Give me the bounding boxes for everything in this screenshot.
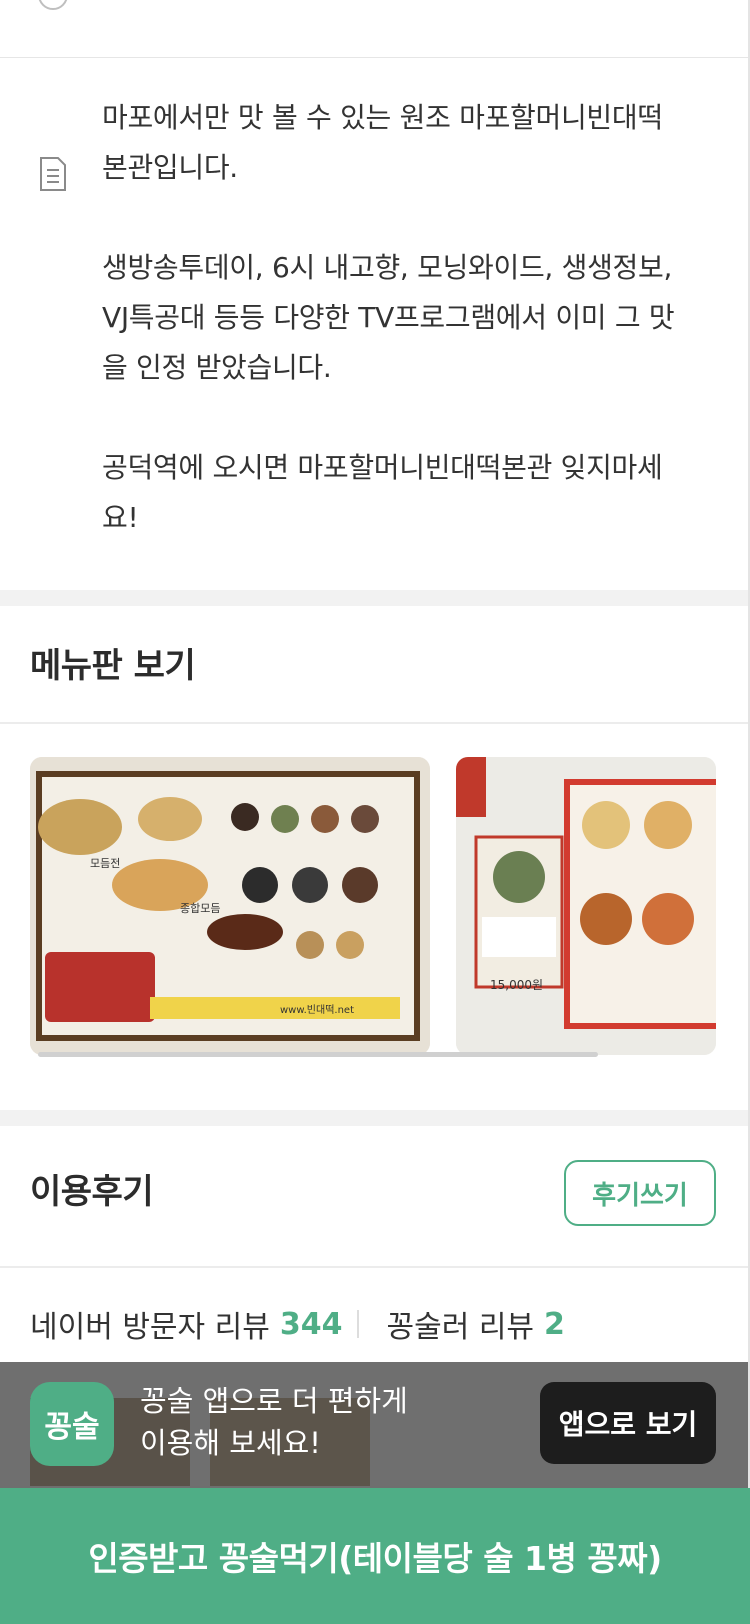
divider (0, 1266, 750, 1268)
previous-info-row (0, 0, 750, 58)
verify-drink-button[interactable]: 인증받고 꽁술먹기(테이블당 술 1병 꽁짜) (0, 1488, 750, 1624)
naver-review-label[interactable]: 네이버 방문자 리뷰 (30, 1302, 270, 1346)
promo-message: 꽁술 앱으로 더 편하게 이용해 보세요! (140, 1384, 408, 1460)
menu-image-carousel[interactable]: 모듬전 종합모듬 www.빈대떡.net 15,000원 (30, 757, 716, 1057)
open-app-button[interactable]: 앱으로 보기 (540, 1382, 716, 1464)
svg-text:15,000원: 15,000원 (490, 978, 543, 992)
svg-text:모듬전: 모듬전 (90, 857, 120, 870)
naver-review-count[interactable]: 344 (280, 1307, 343, 1342)
description-text: 마포에서만 맛 볼 수 있는 원조 마포할머니빈대떡 본관입니다. 생방송투데이… (102, 101, 675, 534)
app-promo-banner: 꽁술 꽁술 앱으로 더 편하게 이용해 보세요! 앱으로 보기 (0, 1362, 750, 1488)
description-section: 마포에서만 맛 볼 수 있는 원조 마포할머니빈대떡 본관입니다. 생방송투데이… (0, 58, 750, 590)
divider (356, 1310, 359, 1338)
document-icon (38, 156, 68, 192)
divider (0, 722, 750, 724)
app-logo: 꽁술 (30, 1382, 114, 1466)
section-gap (0, 590, 750, 606)
carousel-scrollbar[interactable] (38, 1052, 598, 1057)
review-section-title: 이용후기 (30, 1172, 154, 1212)
menu-board-image[interactable]: 15,000원 (456, 757, 716, 1055)
restaurant-detail-page: 마포에서만 맛 볼 수 있는 원조 마포할머니빈대떡 본관입니다. 생방송투데이… (0, 0, 750, 1624)
kkul-review-label[interactable]: 꽁술러 리뷰 (387, 1302, 535, 1346)
svg-text:종합모듬: 종합모듬 (180, 902, 220, 915)
svg-text:www.빈대떡.net: www.빈대떡.net (280, 1004, 354, 1016)
kkul-review-count[interactable]: 2 (544, 1307, 565, 1342)
review-counts: 네이버 방문자 리뷰 344 꽁술러 리뷰 2 (30, 1302, 565, 1346)
write-review-button[interactable]: 후기쓰기 (564, 1160, 716, 1226)
menu-section-title: 메뉴판 보기 (30, 646, 196, 686)
circle-icon (38, 0, 68, 10)
menu-board-image[interactable]: 모듬전 종합모듬 www.빈대떡.net (30, 757, 430, 1055)
section-gap (0, 1110, 750, 1126)
